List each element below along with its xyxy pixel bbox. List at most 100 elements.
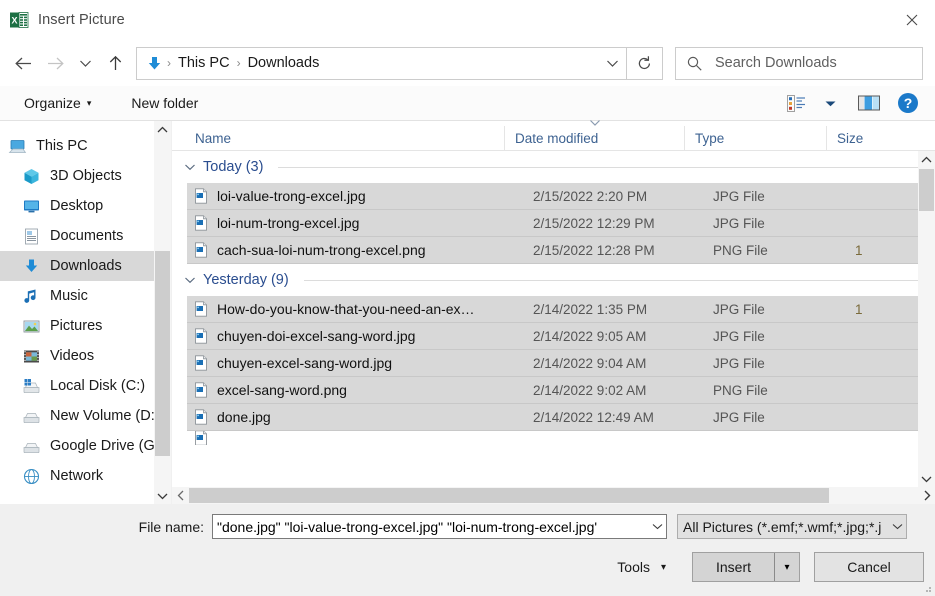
organize-button[interactable]: Organize ▾ [18, 91, 97, 115]
file-list-pane: Name Date modified Type Size Today (3) lo [172, 120, 935, 504]
file-date-modified: 2/14/2022 9:04 AM [533, 355, 647, 371]
file-scroll-up-button[interactable] [918, 151, 935, 168]
image-file-icon [195, 431, 207, 445]
file-name-value[interactable]: "done.jpg" "loi-value-trong-excel.jpg" "… [217, 519, 649, 535]
sidebar-item-3d-objects[interactable]: 3D Objects [0, 161, 171, 191]
svg-text:X: X [11, 16, 17, 26]
address-bar[interactable]: › This PC › Downloads [136, 46, 627, 80]
drive-icon [22, 407, 41, 426]
search-input[interactable]: Search Downloads [715, 55, 837, 71]
sidebar-item-videos[interactable]: Videos [0, 341, 171, 371]
file-row[interactable]: chuyen-excel-sang-word.jpg 2/14/2022 9:04… [187, 350, 935, 377]
file-row[interactable]: cach-sua-loi-num-trong-excel.png 2/15/202… [187, 237, 935, 264]
new-folder-button[interactable]: New folder [125, 91, 204, 115]
file-scroll-thumb[interactable] [919, 169, 934, 211]
file-row[interactable]: chuyen-doi-excel-sang-word.jpg 2/14/2022 … [187, 323, 935, 350]
column-header-name[interactable]: Name [172, 126, 504, 150]
arrow-up-icon [109, 55, 121, 70]
refresh-button[interactable] [627, 46, 663, 80]
sidebar-item-this-pc[interactable]: This PC [0, 131, 171, 161]
group-divider [278, 166, 921, 168]
insert-dropdown-button[interactable]: ▾ [775, 553, 799, 581]
back-button[interactable] [6, 46, 40, 80]
file-group-header[interactable]: Today (3) [172, 151, 935, 183]
image-file-icon [195, 328, 207, 344]
file-list-vertical-scrollbar[interactable] [918, 151, 935, 487]
view-mode-dropdown[interactable] [813, 89, 847, 117]
up-button[interactable] [100, 46, 130, 80]
breadcrumb-this-pc[interactable]: This PC [173, 55, 235, 71]
file-type-select[interactable]: All Pictures (*.emf;*.wmf;*.jpg;*.j [677, 514, 907, 539]
sidebar-item-desktop[interactable]: Desktop [0, 191, 171, 221]
tools-button[interactable]: Tools ▾ [607, 554, 676, 580]
file-row-partial[interactable] [187, 431, 935, 445]
pictures-icon [22, 317, 41, 336]
file-hscroll-thumb[interactable] [189, 488, 829, 503]
navigation-pane: This PC 3D Objects Desktop Documents Downloa… [0, 121, 172, 504]
sidebar-item-label: New Volume (D:) [50, 408, 160, 424]
file-group-label: Today (3) [203, 159, 264, 175]
file-type: JPG File [713, 301, 765, 317]
address-dropdown-button[interactable] [598, 48, 626, 79]
sidebar-item-music[interactable]: Music [0, 281, 171, 311]
sidebar-scrollbar[interactable] [154, 121, 171, 504]
file-scroll-right-button[interactable] [918, 487, 935, 504]
file-group-header[interactable]: Yesterday (9) [172, 264, 935, 296]
file-row[interactable]: loi-num-trong-excel.jpg 2/15/2022 12:29 P… [187, 210, 935, 237]
chevron-down-icon [79, 60, 91, 67]
svg-text:?: ? [904, 95, 913, 111]
close-button[interactable] [889, 0, 935, 40]
chevron-down-icon: ▾ [660, 561, 666, 573]
forward-button[interactable] [40, 46, 70, 80]
file-row[interactable]: excel-sang-word.png 2/14/2022 9:02 AM PNG … [187, 377, 935, 404]
chevron-down-icon [921, 476, 932, 482]
sidebar-scroll-up-button[interactable] [154, 121, 171, 138]
search-box[interactable]: Search Downloads [675, 46, 923, 80]
file-type-dropdown-button[interactable] [889, 523, 906, 530]
file-row[interactable]: done.jpg 2/14/2022 12:49 AM JPG File [187, 404, 935, 431]
pictures-icon [23, 320, 40, 332]
file-name-dropdown-button[interactable] [649, 523, 666, 530]
sidebar-item-label: Network [50, 468, 104, 484]
column-header-type[interactable]: Type [684, 126, 826, 150]
sidebar-item-documents[interactable]: Documents [0, 221, 171, 251]
column-header-size[interactable]: Size [826, 126, 918, 150]
breadcrumb-downloads[interactable]: Downloads [243, 55, 325, 71]
sidebar-item-label: Desktop [50, 198, 104, 214]
sidebar-item-new-volume-d[interactable]: New Volume (D:) [0, 401, 171, 431]
sidebar-scroll-down-button[interactable] [154, 487, 171, 504]
sidebar-item-local-disk-c[interactable]: Local Disk (C:) [0, 371, 171, 401]
file-type: PNG File [713, 382, 768, 398]
resize-grip-icon[interactable] [921, 582, 933, 594]
view-mode-button[interactable] [779, 89, 813, 117]
file-row[interactable]: loi-value-trong-excel.jpg 2/15/2022 2:20 … [187, 183, 935, 210]
file-scroll-left-button[interactable] [172, 487, 189, 504]
sidebar-item-network[interactable]: Network [0, 461, 171, 491]
sidebar-item-google-drive-g[interactable]: Google Drive (G:) [0, 431, 171, 461]
recent-locations-button[interactable] [70, 46, 100, 80]
documents-icon [22, 227, 41, 246]
group-divider [303, 279, 921, 281]
cancel-button[interactable]: Cancel [814, 552, 924, 582]
file-row[interactable]: How-do-you-know-that-you-need-an-ex… 2/14… [187, 296, 935, 323]
sidebar-scroll-thumb[interactable] [155, 251, 170, 456]
close-icon [906, 14, 918, 26]
preview-pane-icon [858, 95, 880, 111]
sidebar-item-downloads[interactable]: Downloads [0, 251, 171, 281]
help-icon: ? [898, 93, 918, 113]
column-header-name-label: Name [195, 130, 232, 146]
image-file-icon [193, 431, 209, 445]
chevron-left-icon [177, 490, 183, 501]
file-name: loi-num-trong-excel.jpg [217, 215, 360, 231]
preview-pane-button[interactable] [847, 89, 891, 117]
file-list-horizontal-scrollbar[interactable] [172, 487, 935, 504]
sidebar-item-pictures[interactable]: Pictures [0, 311, 171, 341]
videos-icon [22, 347, 41, 366]
insert-button[interactable]: Insert [693, 553, 775, 581]
help-button[interactable]: ? [891, 89, 925, 117]
column-header-date-modified[interactable]: Date modified [504, 120, 684, 150]
file-name-field[interactable]: "done.jpg" "loi-value-trong-excel.jpg" "… [212, 514, 667, 539]
file-scroll-down-button[interactable] [918, 470, 935, 487]
insert-label: Insert [715, 559, 751, 575]
column-header-row: Name Date modified Type Size [172, 120, 935, 151]
